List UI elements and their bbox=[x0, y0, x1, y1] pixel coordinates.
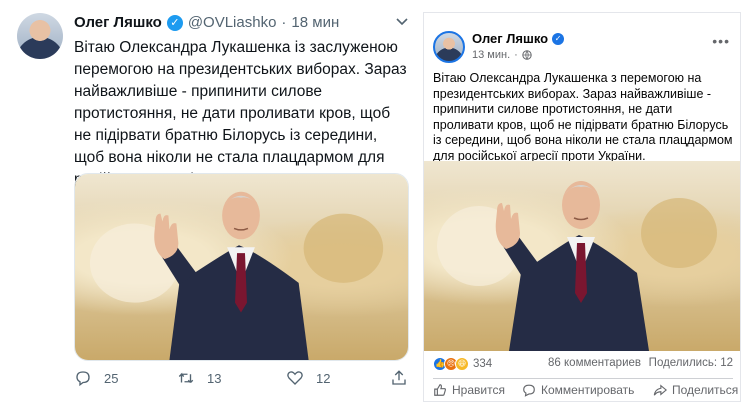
shares-count[interactable]: Поделились: 12 bbox=[649, 357, 733, 369]
verified-badge-icon: ✓ bbox=[552, 32, 565, 45]
verified-badge-icon: ✓ bbox=[166, 14, 183, 31]
comments-count[interactable]: 86 комментариев bbox=[548, 357, 641, 369]
author-avatar[interactable] bbox=[433, 31, 465, 63]
share-button[interactable]: Поделиться bbox=[653, 383, 738, 397]
comment-button[interactable]: Комментировать bbox=[522, 383, 634, 397]
divider bbox=[433, 378, 733, 379]
like-icon bbox=[287, 371, 303, 385]
photo-image bbox=[75, 174, 408, 360]
post-text: Вітаю Олександра Лукашенка з перемогою н… bbox=[433, 71, 733, 163]
retweet-icon bbox=[178, 372, 194, 383]
reply-button[interactable]: 25 bbox=[74, 369, 118, 387]
comment-label: Комментировать bbox=[541, 383, 635, 397]
like-button[interactable]: Нравится bbox=[433, 383, 505, 397]
photo-image bbox=[424, 161, 740, 351]
author-name[interactable]: Олег Ляшко bbox=[472, 31, 548, 46]
separator-dot: · bbox=[514, 49, 518, 61]
tweet-text: Вітаю Олександра Лукашенка із заслуженою… bbox=[74, 39, 407, 188]
like-count: 12 bbox=[316, 370, 331, 386]
twitter-post: Олег Ляшко ✓ @OVLiashko · 18 мин Вітаю О… bbox=[0, 0, 420, 405]
haha-reaction-icon: 😆 bbox=[455, 357, 469, 371]
tweet-photo[interactable] bbox=[74, 173, 409, 361]
like-button[interactable]: 12 bbox=[286, 369, 330, 387]
chevron-down-icon[interactable] bbox=[395, 14, 409, 31]
man-waving-illustration bbox=[89, 191, 384, 360]
post-photo[interactable] bbox=[424, 161, 740, 351]
post-author: Олег Ляшко ✓ bbox=[472, 31, 565, 46]
man-waving-illustration bbox=[437, 181, 717, 351]
author-avatar[interactable] bbox=[17, 13, 63, 59]
retweet-count: 13 bbox=[207, 370, 222, 386]
like-label: Нравится bbox=[452, 383, 505, 397]
tweet-header: Олег Ляшко ✓ @OVLiashko · 18 мин bbox=[74, 14, 339, 31]
tweet-actions: 25 13 12 bbox=[74, 369, 409, 393]
share-icon bbox=[392, 370, 406, 385]
separator-dot: · bbox=[281, 14, 287, 31]
tweet-timestamp[interactable]: 18 мин bbox=[291, 14, 339, 31]
share-label: Поделиться bbox=[672, 383, 739, 397]
comment-icon bbox=[523, 384, 535, 397]
reactions-count: 334 bbox=[473, 358, 493, 370]
post-meta: 13 мин. · bbox=[472, 49, 532, 61]
share-arrow-icon bbox=[653, 384, 667, 396]
post-actions: Нравится Комментировать Поделиться bbox=[424, 381, 740, 401]
post-timestamp[interactable]: 13 мин. bbox=[472, 49, 510, 61]
more-options-button[interactable]: ••• bbox=[712, 33, 730, 49]
author-name[interactable]: Олег Ляшко bbox=[74, 14, 162, 31]
share-button[interactable] bbox=[390, 369, 408, 387]
thumb-up-icon bbox=[434, 384, 446, 396]
globe-icon bbox=[522, 50, 532, 60]
post-stats: 👍 😠 😆 334 86 комментариев Поделились: 12 bbox=[433, 357, 733, 373]
facebook-post: Олег Ляшко ✓ 13 мин. · ••• Вітаю Олексан… bbox=[423, 12, 741, 402]
reply-count: 25 bbox=[104, 370, 119, 386]
retweet-button[interactable]: 13 bbox=[177, 369, 221, 387]
author-handle[interactable]: @OVLiashko bbox=[188, 14, 277, 31]
reply-icon bbox=[76, 371, 90, 387]
reactions-summary[interactable]: 👍 😠 😆 334 bbox=[433, 357, 492, 371]
